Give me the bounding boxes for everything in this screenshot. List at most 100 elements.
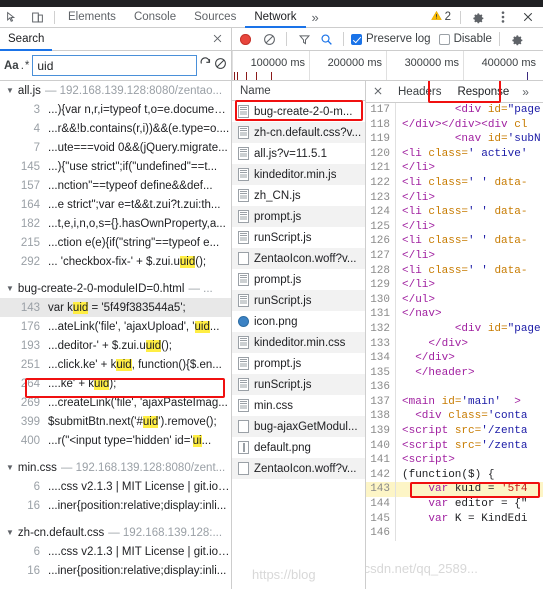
search-result-row[interactable]: 16 ...iner{position:relative;display:inli… [0, 496, 231, 515]
request-row[interactable]: runScript.js [232, 374, 365, 395]
code-line[interactable]: 140 <script src='/zenta [366, 438, 543, 454]
request-row[interactable]: runScript.js [232, 227, 365, 248]
column-header-name[interactable]: Name [232, 81, 365, 101]
search-result-row[interactable]: 269 ...createLink('file', 'ajaxPasteImag.… [0, 393, 231, 412]
search-result-group-header[interactable]: ▼ all.js — 192.168.139.128:8080/zentao... [0, 81, 231, 100]
refresh-icon[interactable] [199, 56, 212, 75]
code-line[interactable]: 128 <li class=' ' data- [366, 263, 543, 279]
tab-response[interactable]: Response [449, 81, 517, 103]
request-row[interactable]: runScript.js [232, 290, 365, 311]
warning-count-chip[interactable]: 2 [426, 10, 456, 24]
code-line[interactable]: 120 <li class=' active' [366, 146, 543, 162]
request-row[interactable]: zh_CN.js [232, 185, 365, 206]
search-result-row[interactable]: 6 ....css v2.1.3 | MIT License | git.io/n… [0, 477, 231, 496]
code-line[interactable]: 134 </div> [366, 351, 543, 366]
code-line[interactable]: 121 </li> [366, 161, 543, 176]
network-timeline-ruler[interactable]: 100000 ms 200000 ms 300000 ms 400000 ms [232, 51, 543, 80]
code-line[interactable]: 129 </li> [366, 278, 543, 293]
clear-icon[interactable] [259, 29, 279, 49]
disable-cache-checkbox[interactable]: Disable [438, 33, 492, 45]
search-result-row[interactable]: 215 ...ction e(e){if("string"==typeof e..… [0, 233, 231, 252]
code-line[interactable]: 143 var kuid = '5f4 [366, 482, 543, 498]
code-line[interactable]: 118 </div></div><div cl [366, 117, 543, 133]
search-result-row[interactable]: 400 ...r("<input type='hidden' id='ui... [0, 431, 231, 450]
search-result-group-header[interactable]: ▼ zh-cn.default.css — 192.168.139.128:... [0, 523, 231, 542]
code-line[interactable]: 131 </nav> [366, 307, 543, 322]
code-line[interactable]: 124 <li class=' ' data- [366, 205, 543, 220]
code-line[interactable]: 138 <div class='conta [366, 409, 543, 425]
response-pane[interactable]: Headers Response » 117 <div id="page 118… [366, 81, 543, 589]
inspect-element-icon[interactable] [0, 7, 25, 28]
request-row[interactable]: ZentaoIcon.woff?v... [232, 458, 365, 479]
code-line[interactable]: 137 <main id='main' > [366, 394, 543, 410]
request-row[interactable]: default.png [232, 437, 365, 458]
close-icon[interactable] [366, 85, 390, 99]
caret-down-icon[interactable]: ▼ [6, 463, 14, 472]
search-result-row[interactable]: 251 ...click.ke' + kuid, function(){$.en.… [0, 355, 231, 374]
search-result-row[interactable]: 6 ....css v2.1.3 | MIT License | git.io/n… [0, 542, 231, 561]
search-input[interactable] [32, 55, 198, 76]
code-line[interactable]: 133 </div> [366, 336, 543, 352]
code-line[interactable]: 144 var editor = {" [366, 497, 543, 512]
tab-network[interactable]: Network [245, 7, 305, 28]
code-line[interactable]: 136 [366, 380, 543, 395]
request-row[interactable]: prompt.js [232, 206, 365, 227]
code-line[interactable]: 135 </header> [366, 365, 543, 381]
search-result-row[interactable]: 182 ...t,e,i,n,o,s={}.hasOwnProperty,a... [0, 214, 231, 233]
match-case-button[interactable]: Aa [4, 60, 19, 72]
request-row[interactable]: bug-ajaxGetModul... [232, 416, 365, 437]
filter-icon[interactable] [294, 29, 314, 49]
code-line[interactable]: 126 <li class=' ' data- [366, 234, 543, 249]
tab-sources[interactable]: Sources [185, 7, 245, 28]
request-row[interactable]: kindeditor.min.css [232, 332, 365, 353]
tab-headers[interactable]: Headers [390, 81, 449, 103]
caret-down-icon[interactable]: ▼ [6, 284, 14, 293]
request-row[interactable]: kindeditor.min.js [232, 164, 365, 185]
record-button-icon[interactable] [240, 33, 251, 45]
code-line[interactable]: 132 <div id="page [366, 321, 543, 337]
tab-console[interactable]: Console [125, 7, 185, 28]
search-result-group-header[interactable]: ▼ min.css — 192.168.139.128:8080/zent... [0, 458, 231, 477]
more-tabs-chevron-icon[interactable]: » [517, 85, 534, 99]
clear-icon[interactable] [214, 57, 227, 75]
search-pane-title[interactable]: Search [0, 28, 52, 51]
code-line[interactable]: 145 var K = KindEdi [366, 511, 543, 527]
code-line[interactable]: 142 (function($) { [366, 467, 543, 483]
request-row[interactable]: prompt.js [232, 353, 365, 374]
search-result-group-header[interactable]: ▼ bug-create-2-0-moduleID=0.html — ... [0, 279, 231, 298]
search-result-row[interactable]: 164 ...e strict";var e=t&&t.zui?t.zui:th.… [0, 195, 231, 214]
request-row[interactable]: bug-create-2-0-m... [232, 101, 365, 122]
close-icon[interactable] [515, 7, 540, 28]
caret-down-icon[interactable]: ▼ [6, 528, 14, 537]
vertical-dots-icon[interactable] [490, 7, 515, 28]
search-results-pane[interactable]: ▼ all.js — 192.168.139.128:8080/zentao... 3… [0, 81, 232, 589]
gear-icon[interactable] [465, 7, 490, 28]
code-line[interactable]: 146 [366, 526, 543, 541]
request-row[interactable]: zh-cn.default.css?v... [232, 122, 365, 143]
search-result-row[interactable]: 3 ...){var n,r,i=typeof t,o=e.document... [0, 100, 231, 119]
search-result-row[interactable]: 4 ...r&&!b.contains(r,i))&&(e.type=o.... [0, 119, 231, 138]
search-result-row[interactable]: 399 $submitBtn.next('#uid').remove(); [0, 412, 231, 431]
search-result-row[interactable]: 264 ....ke' + kuid); [0, 374, 231, 393]
preserve-log-checkbox[interactable]: Preserve log [351, 33, 431, 45]
search-result-row[interactable]: 193 ...deditor-' + $.zui.uuid(); [0, 336, 231, 355]
code-line[interactable]: 130 </ul> [366, 292, 543, 308]
code-line[interactable]: 127 </li> [366, 248, 543, 264]
code-line[interactable]: 123 </li> [366, 190, 543, 206]
request-row[interactable]: prompt.js [232, 269, 365, 290]
search-icon[interactable] [316, 29, 336, 49]
search-result-row[interactable]: 143 var kuid = '5f49f383544a5'; [0, 298, 231, 317]
request-row[interactable]: ZentaoIcon.woff?v... [232, 248, 365, 269]
search-result-row[interactable]: 145 ...){"use strict";if("undefined"==t..… [0, 157, 231, 176]
request-row[interactable]: all.js?v=11.5.1 [232, 143, 365, 164]
code-line[interactable]: 117 <div id="page [366, 103, 543, 118]
code-line[interactable]: 141 <script> [366, 453, 543, 468]
search-result-row[interactable]: 292 ... 'checkbox-fix-' + $.zui.uuid(); [0, 252, 231, 271]
network-requests-pane[interactable]: Name bug-create-2-0-m... zh-cn.default.cs… [232, 81, 366, 589]
search-result-row[interactable]: 176 ...ateLink('file', 'ajaxUpload', 'uid… [0, 317, 231, 336]
code-line[interactable]: 125 </li> [366, 219, 543, 235]
request-row[interactable]: min.css [232, 395, 365, 416]
request-row[interactable]: icon.png [232, 311, 365, 332]
tab-elements[interactable]: Elements [59, 7, 125, 28]
code-line[interactable]: 122 <li class=' ' data- [366, 175, 543, 191]
